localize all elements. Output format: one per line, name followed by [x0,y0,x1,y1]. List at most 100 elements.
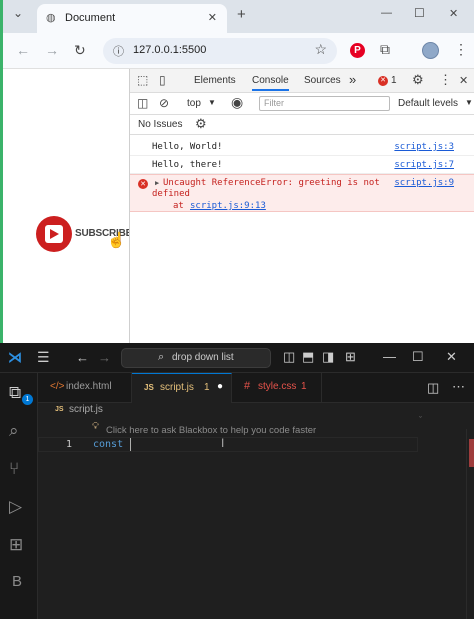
css-file-icon: # [244,380,251,392]
tab-sources[interactable]: Sources [304,75,341,86]
console-settings-gear-icon[interactable]: ⚙ [195,116,207,132]
console-log-line: Hello, there! script.js:7 [130,156,474,174]
device-toggle-icon[interactable]: ▯ [159,73,166,87]
more-tabs-icon[interactable]: » [349,72,356,87]
vscode-window: ⋊ ☰ ← → ⌕ drop down list ◫ ⬒ ◨ ⊞ — ☐ ✕ ⧉… [0,343,474,619]
context-dropdown-icon[interactable]: ▼ [208,98,216,107]
maximize-button[interactable]: ☐ [414,6,425,20]
menu-hamburger-icon[interactable]: ☰ [37,349,50,366]
tab-style-css[interactable]: # style.css 1 [232,373,322,403]
error-count-icon[interactable]: ✕ [378,76,388,86]
extensions-puzzle-icon[interactable]: ⧉ [380,41,390,58]
error-icon: ✕ [138,179,148,189]
error-marker [469,439,474,467]
close-window-button[interactable]: ✕ [449,7,458,20]
site-info-icon[interactable]: ⓘ [113,43,124,59]
vscode-logo-icon: ⋊ [8,349,22,365]
live-expression-eye-icon[interactable]: ◉ [231,94,243,111]
extensions-icon[interactable]: ⊞ [9,535,23,555]
page-content: SUBSCRIBED ☝ › [3,69,140,343]
filter-placeholder: Filter [264,98,284,108]
log-message: Hello, World! [152,142,223,152]
text-cursor [130,438,131,451]
customize-layout-icon[interactable]: ⊞ [345,349,356,365]
minimize-button[interactable]: — [381,7,392,19]
problem-count-badge: 1 [204,382,210,393]
blackbox-hint[interactable]: Click here to ask Blackbox to help you c… [106,425,316,436]
close-window-button[interactable]: ✕ [446,349,457,365]
editor-more-icon[interactable]: ⋯ [452,379,465,395]
error-stack-link[interactable]: script.js:9:13 [190,201,266,211]
console-log-line: Hello, World! script.js:3 [130,138,474,156]
browser-toolbar: ← → ↻ ⓘ 127.0.0.1:5500 ☆ P ⧉ ⋮ [3,33,474,69]
tab-label: index.html [66,381,112,392]
profile-avatar[interactable] [422,42,439,59]
split-editor-icon[interactable]: ◫ [427,380,439,396]
devtools-settings-gear-icon[interactable]: ⚙ [412,72,424,88]
error-message-line1: Uncaught ReferenceError: greeting is not [163,178,380,188]
search-text: drop down list [172,352,234,363]
browser-tab-document[interactable]: ◍ Document ✕ [37,4,227,33]
forward-arrow-icon[interactable]: → [45,42,59,58]
back-arrow-icon[interactable]: ← [16,42,30,58]
log-source-link[interactable]: script.js:3 [394,142,454,152]
fold-hint: ˇ [419,415,422,425]
search-icon: ⌕ [158,351,165,363]
levels-dropdown-icon[interactable]: ▼ [465,98,473,107]
run-debug-icon[interactable]: ▷ [9,497,22,517]
devtools-menu-icon[interactable]: ⋮ [439,72,452,88]
pinterest-extension-icon[interactable]: P [350,43,365,58]
tab-label: script.js [160,382,194,393]
overview-ruler[interactable] [466,429,474,619]
globe-icon: ◍ [46,12,56,24]
tab-index-html[interactable]: </> index.html [38,373,132,403]
tab-search-chevron-icon[interactable]: ⌄ [13,6,23,20]
console-error-entry: ✕ ▶ Uncaught ReferenceError: greeting is… [130,174,474,212]
lightbulb-icon: 💡︎ [92,421,99,432]
nav-forward-icon[interactable]: → [98,350,111,365]
log-source-link[interactable]: script.js:7 [394,160,454,170]
browser-menu-icon[interactable]: ⋮ [454,41,468,58]
sidebar-toggle-icon[interactable]: ◫ [137,96,148,110]
devtools-panel: ⬚ ▯ Elements Console Sources » ✕ 1 ⚙ ⋮ ✕… [129,69,474,343]
issues-label[interactable]: No Issues [138,119,182,130]
tab-console[interactable]: Console [252,75,289,91]
devtools-close-icon[interactable]: ✕ [459,74,468,87]
explorer-files-icon[interactable]: ⧉ [9,383,21,403]
new-tab-button[interactable]: + [237,6,246,23]
breadcrumb: JS script.js [38,403,474,419]
code-editor[interactable]: 💡︎ Click here to ask Blackbox to help yo… [38,415,474,619]
tab-close-icon[interactable]: ✕ [208,11,217,24]
address-bar[interactable]: ⓘ 127.0.0.1:5500 ☆ [103,38,337,64]
clear-console-icon[interactable]: ⊘ [159,96,169,110]
problem-count-badge: 1 [301,381,307,392]
nav-back-icon[interactable]: ← [76,350,89,365]
source-control-icon[interactable]: ⑂ [9,459,19,479]
reload-icon[interactable]: ↻ [74,42,86,59]
log-levels-select[interactable]: Default levels [398,98,458,109]
search-icon[interactable]: ⌕ [9,421,19,441]
line-number: 1 [66,439,73,450]
minimize-button[interactable]: — [383,349,396,364]
console-filter-input[interactable]: Filter [259,96,390,111]
breadcrumb-file[interactable]: script.js [69,404,103,415]
js-file-icon: JS [144,383,154,392]
console-toolbar: ◫ ⊘ top ▼ ◉ Filter Default levels ▼ [130,93,474,115]
inspect-element-icon[interactable]: ⬚ [137,73,148,87]
command-center-search[interactable]: ⌕ drop down list [121,348,271,368]
explorer-badge: 1 [22,394,33,405]
bookmark-star-icon[interactable]: ☆ [314,41,327,58]
error-source-link[interactable]: script.js:9 [394,178,454,188]
toggle-primary-sidebar-icon[interactable]: ◫ [283,349,295,365]
maximize-button[interactable]: ☐ [412,349,424,365]
toggle-panel-icon[interactable]: ⬒ [302,349,314,365]
tab-script-js[interactable]: JS script.js 1 ● [132,373,232,403]
expand-error-icon[interactable]: ▶ [155,179,159,187]
context-select[interactable]: top [187,98,201,109]
blackbox-extension-icon[interactable]: B [12,573,22,590]
tab-label: style.css [258,381,297,392]
toggle-secondary-sidebar-icon[interactable]: ◨ [322,349,334,365]
pointer-hand-icon: ☝ [107,232,126,249]
tab-elements[interactable]: Elements [194,75,236,86]
unsaved-dot-icon[interactable]: ● [217,381,223,392]
